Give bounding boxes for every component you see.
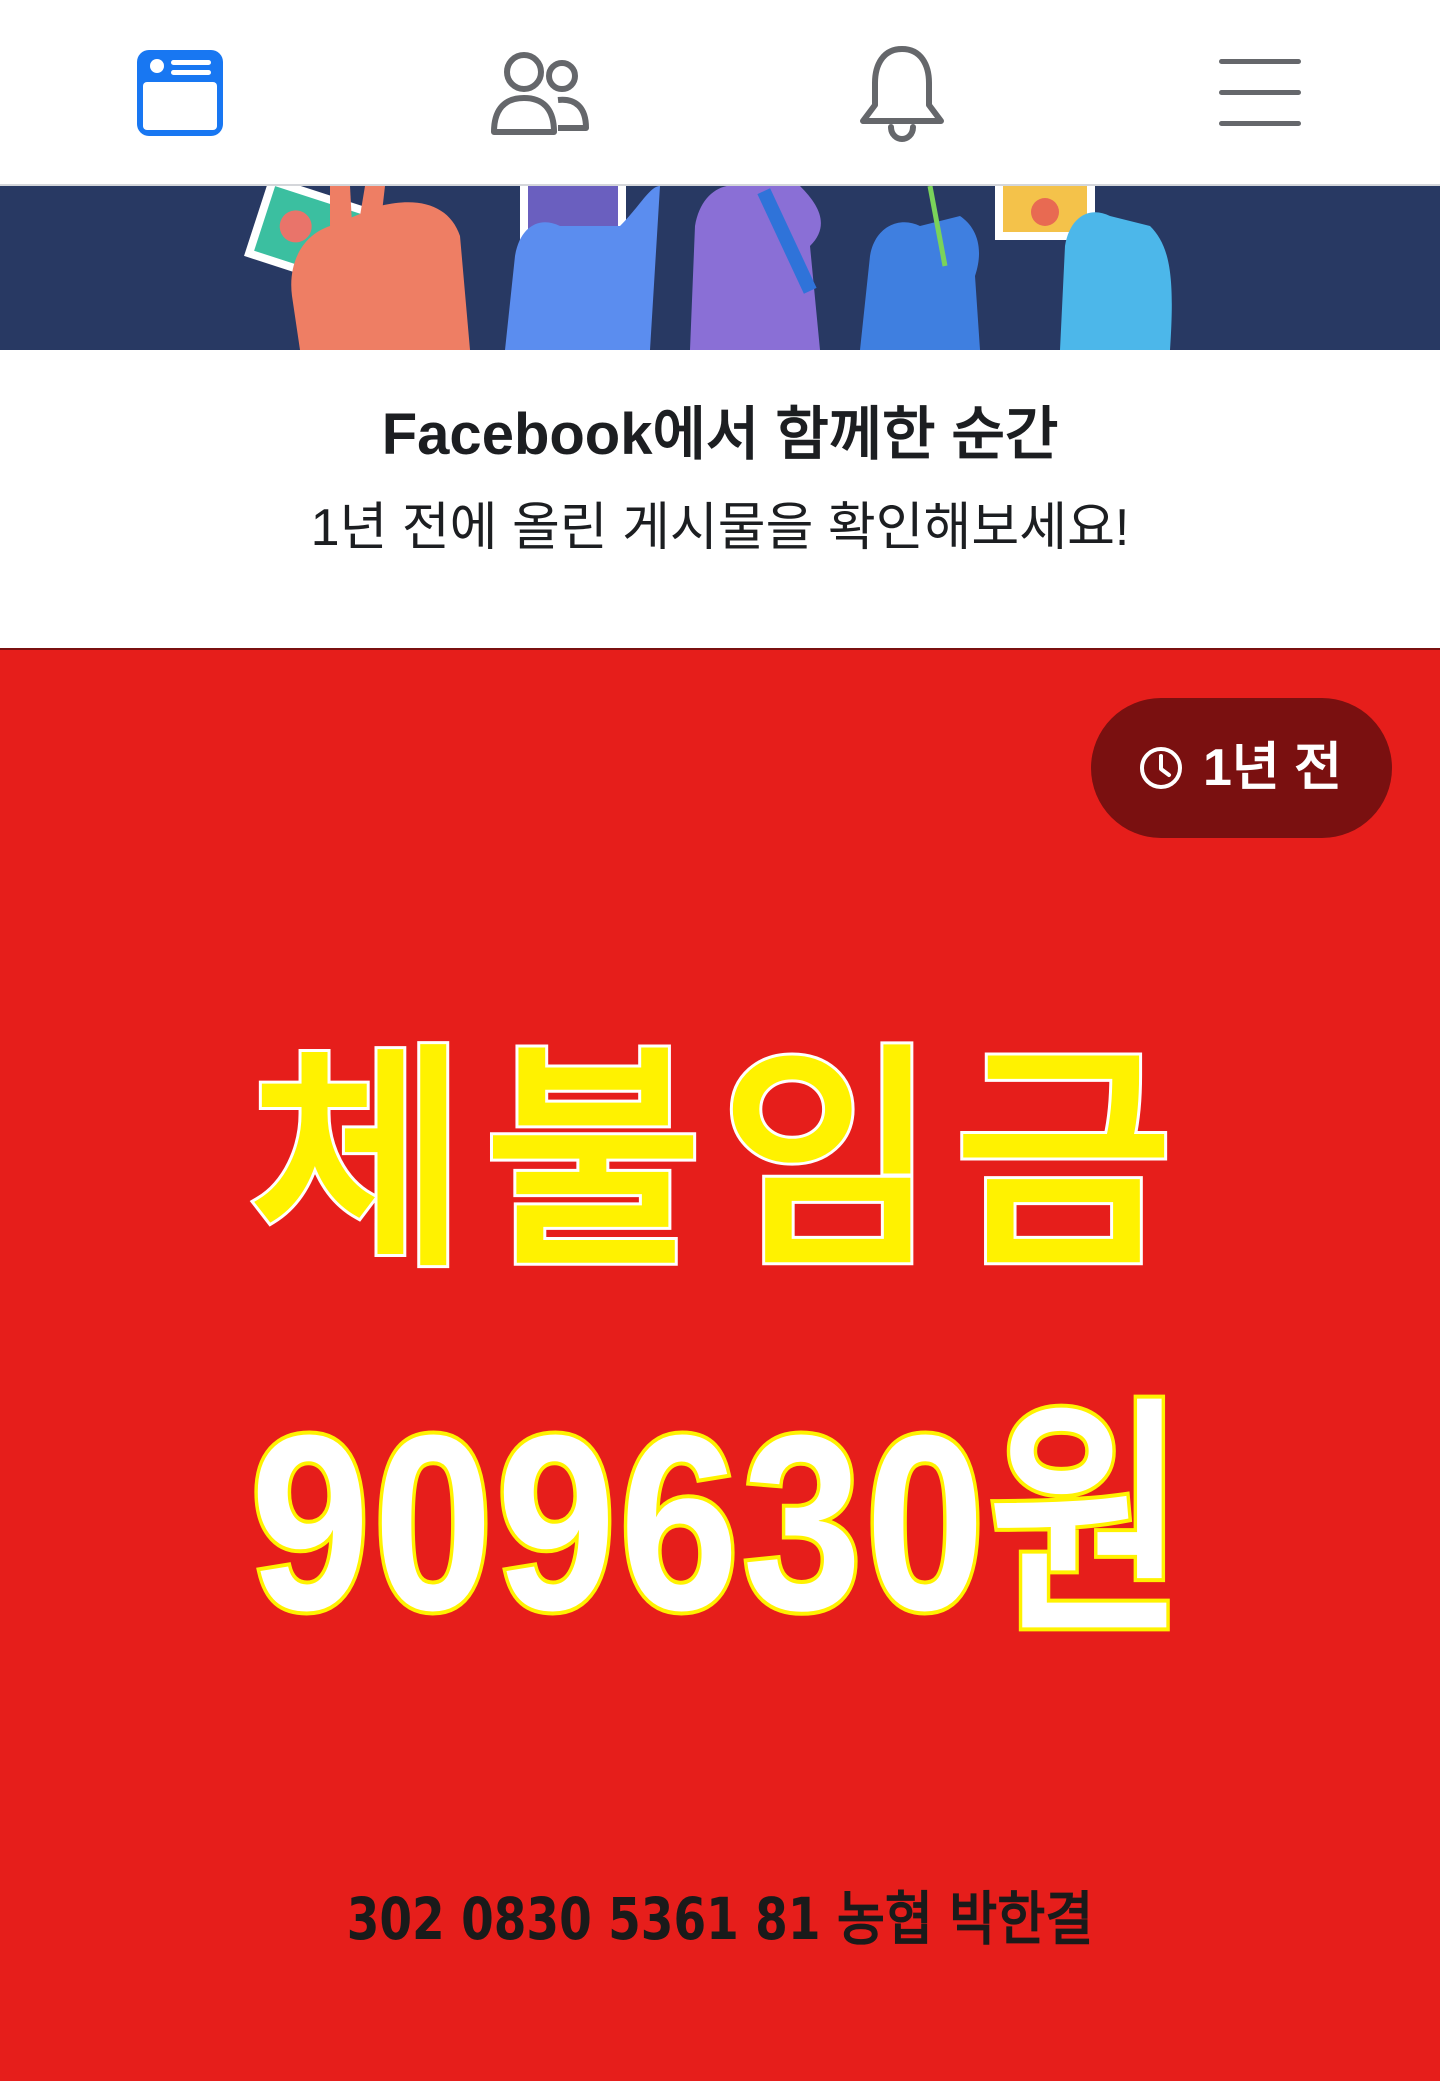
top-navigation-bar [0, 0, 1440, 186]
poster-headline: 체불임금 [247, 1024, 1191, 1299]
hands-holding-photos-illustration [244, 186, 1172, 350]
friends-icon [491, 52, 589, 135]
clock-icon [1139, 747, 1182, 789]
memories-banner-illustration [0, 186, 1440, 350]
memory-header: Facebook에서 함께한 순간 1년 전에 올린 게시물을 확인해보세요! [0, 350, 1440, 648]
nav-friends-button[interactable] [480, 38, 600, 148]
memory-post-image[interactable]: 1년 전 체불임금 909630원 302 0830 5361 81 농협 박한… [0, 648, 1440, 2081]
memory-subtitle: 1년 전에 올린 게시물을 확인해보세요! [310, 499, 1130, 557]
time-ago-label: 1년 전 [1202, 739, 1342, 797]
nav-menu-button[interactable] [1200, 38, 1320, 148]
page: Facebook에서 함께한 순간 1년 전에 올린 게시물을 확인해보세요! … [0, 0, 1440, 2081]
bell-icon [860, 46, 944, 143]
poster-amount: 909630원 [247, 1383, 1190, 1662]
nav-notifications-button[interactable] [842, 38, 962, 148]
nav-news-feed-button[interactable] [120, 38, 240, 148]
time-ago-badge: 1년 전 [1090, 698, 1392, 838]
poster-account-line: 302 0830 5361 81 농협 박한결 [346, 1885, 1094, 1953]
memory-title: Facebook에서 함께한 순간 [381, 402, 1059, 467]
menu-icon [1219, 59, 1301, 126]
news-feed-icon [137, 50, 223, 136]
